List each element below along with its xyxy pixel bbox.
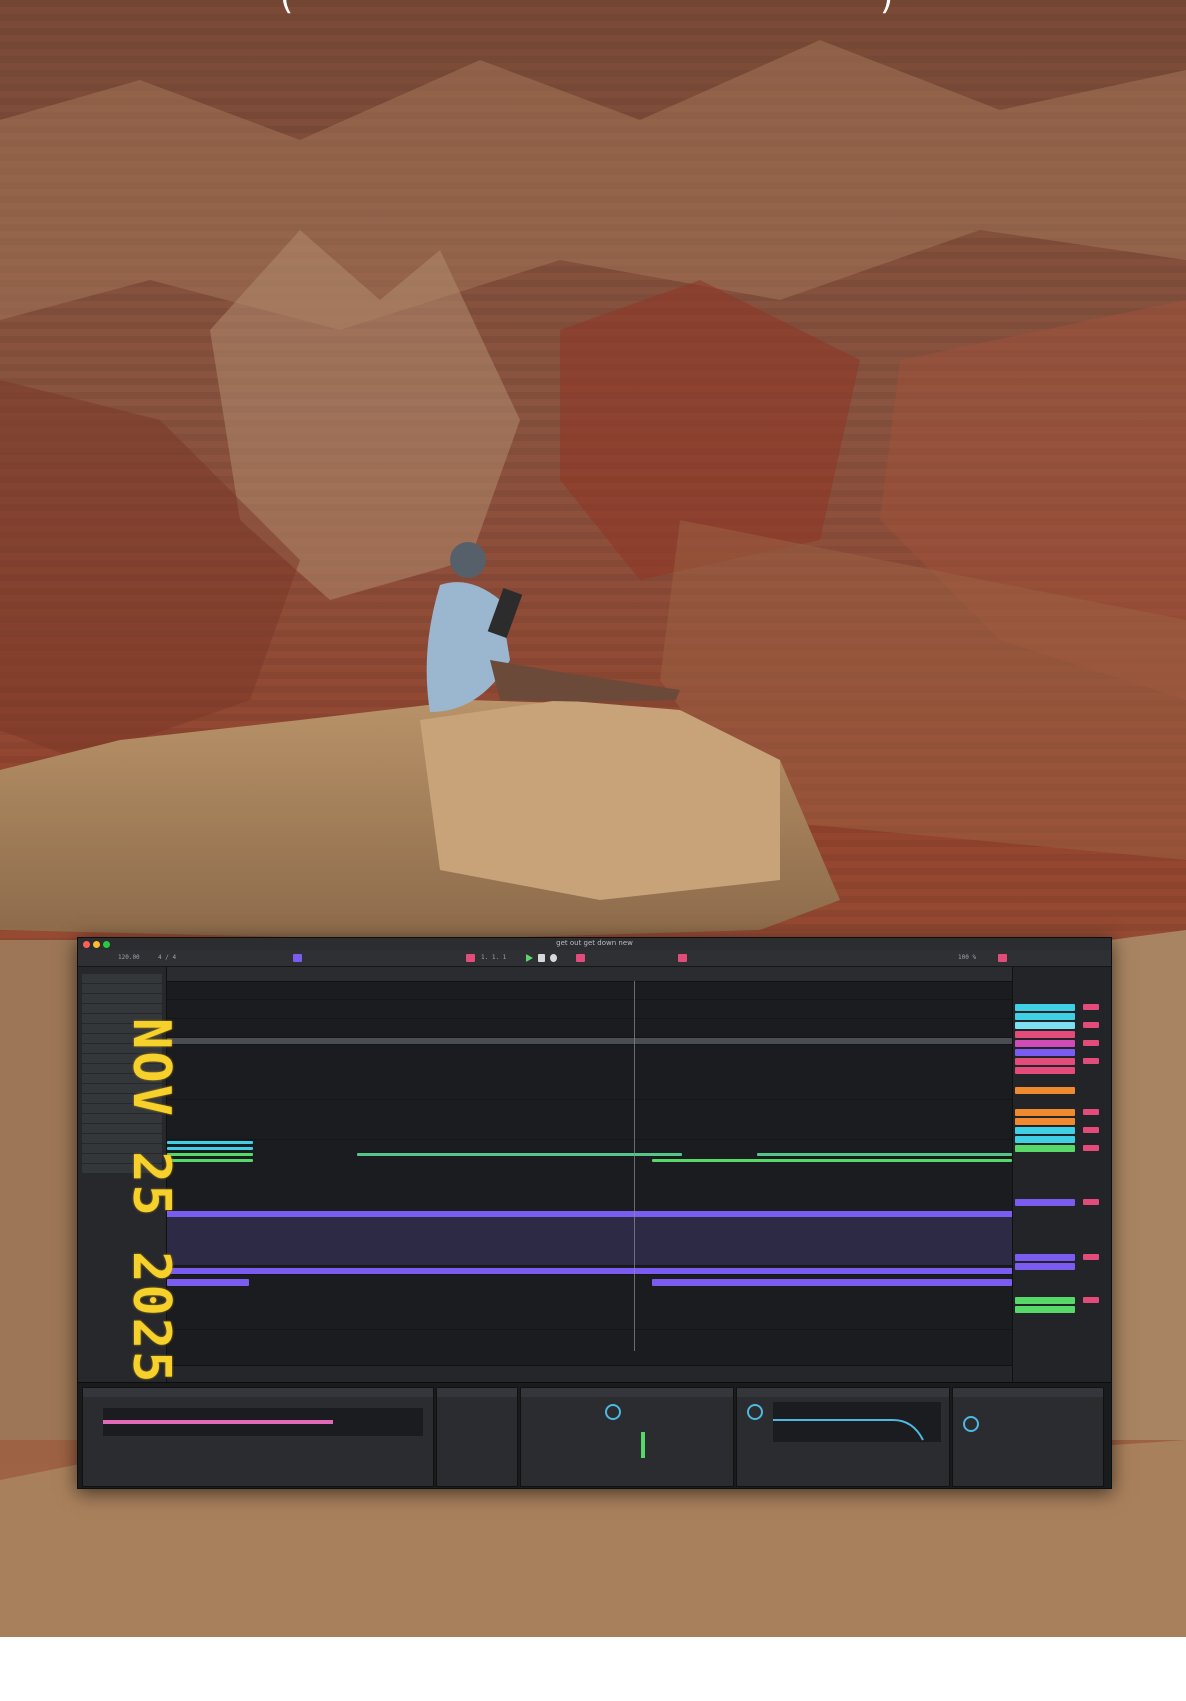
track-header[interactable]: [1015, 1013, 1075, 1020]
device-header: [953, 1388, 1103, 1397]
metronome-icon[interactable]: [293, 954, 302, 962]
track-header[interactable]: [1015, 1306, 1075, 1313]
track-header[interactable]: [1015, 1058, 1075, 1065]
audio-clip[interactable]: [652, 1279, 1012, 1286]
stop-icon[interactable]: [538, 954, 545, 962]
compressor-device[interactable]: [520, 1387, 734, 1487]
track-header[interactable]: [1015, 1004, 1075, 1011]
left-paren-text: (: [280, 0, 293, 18]
right-paren-text: ): [880, 0, 893, 18]
tempo-field[interactable]: 120.00: [118, 954, 140, 961]
loop-icon[interactable]: [576, 954, 585, 962]
track-header[interactable]: [1015, 1254, 1075, 1261]
track-lane[interactable]: [167, 1000, 1012, 1019]
filter-curve-display[interactable]: [773, 1402, 941, 1442]
mute-button[interactable]: [1083, 1199, 1099, 1205]
track-header[interactable]: [1015, 1109, 1075, 1116]
track-header[interactable]: [1015, 1040, 1075, 1047]
track-header[interactable]: [1015, 1136, 1075, 1143]
track-lanes[interactable]: [167, 981, 1012, 1351]
reverb-device[interactable]: [952, 1387, 1104, 1487]
date-stamp-text: NOV 25 2025: [121, 1018, 181, 1385]
track-header[interactable]: [1015, 1263, 1075, 1270]
browser-item[interactable]: [82, 1004, 162, 1013]
browser-item[interactable]: [82, 974, 162, 983]
mute-button[interactable]: [1083, 1127, 1099, 1133]
device-header: [737, 1388, 949, 1397]
mute-button[interactable]: [1083, 1058, 1099, 1064]
track-lane[interactable]: [167, 1019, 1012, 1038]
mute-button[interactable]: [1083, 1004, 1099, 1010]
browser-item[interactable]: [82, 994, 162, 1003]
audio-clip-lane[interactable]: [167, 1268, 1012, 1275]
position-field[interactable]: 1. 1. 1: [481, 954, 506, 961]
waveform: [103, 1420, 333, 1424]
track-header[interactable]: [1015, 1145, 1075, 1152]
playhead[interactable]: [634, 981, 635, 1351]
track-header[interactable]: [1015, 1199, 1075, 1206]
device-chain: [78, 1382, 1111, 1488]
mute-button[interactable]: [1083, 1297, 1099, 1303]
midi-indicator-icon: [998, 954, 1007, 962]
track-header[interactable]: [1015, 1067, 1075, 1074]
track-lane[interactable]: [167, 981, 1012, 1000]
track-headers: [1012, 967, 1111, 1382]
mute-button[interactable]: [1083, 1022, 1099, 1028]
device-header: [521, 1388, 733, 1397]
track-header[interactable]: [1015, 1031, 1075, 1038]
title-bar: get out get down new: [78, 938, 1111, 950]
date-stamp: NOV 25 2025: [121, 1018, 181, 1418]
track-header[interactable]: [1015, 1049, 1075, 1056]
arrangement-view[interactable]: [167, 967, 1012, 1382]
time-signature-field[interactable]: 4 / 4: [158, 954, 176, 961]
track-lane[interactable]: [167, 1311, 1012, 1330]
track-header[interactable]: [1015, 1297, 1075, 1304]
transport-toolbar: 120.00 4 / 4 1. 1. 1 100 %: [78, 950, 1111, 967]
play-icon[interactable]: [526, 954, 533, 962]
follow-icon[interactable]: [466, 954, 475, 962]
eq-device[interactable]: [436, 1387, 518, 1487]
auto-filter-device[interactable]: [736, 1387, 950, 1487]
daw-window: get out get down new 120.00 4 / 4 1. 1. …: [77, 937, 1112, 1489]
group-track-lane[interactable]: [167, 1038, 1012, 1045]
device-header: [437, 1388, 517, 1397]
threshold-knob[interactable]: [605, 1404, 621, 1420]
track-lane[interactable]: [167, 1081, 1012, 1100]
mute-button[interactable]: [1083, 1040, 1099, 1046]
audio-track-lane[interactable]: [167, 1217, 1012, 1266]
mute-button[interactable]: [1083, 1109, 1099, 1115]
track-header[interactable]: [1015, 1118, 1075, 1125]
midi-clip[interactable]: [757, 1153, 1012, 1156]
mute-button[interactable]: [1083, 1145, 1099, 1151]
decay-knob[interactable]: [963, 1416, 979, 1432]
record-icon[interactable]: [550, 954, 557, 962]
midi-clip[interactable]: [652, 1159, 1012, 1162]
time-bar[interactable]: [167, 1365, 1012, 1382]
mute-button[interactable]: [1083, 1254, 1099, 1260]
gain-meter: [641, 1432, 645, 1458]
track-header[interactable]: [1015, 1127, 1075, 1134]
frequency-knob[interactable]: [747, 1404, 763, 1420]
punch-icon[interactable]: [678, 954, 687, 962]
window-title: get out get down new: [556, 939, 633, 947]
track-header[interactable]: [1015, 1087, 1075, 1094]
track-lane[interactable]: [167, 1121, 1012, 1140]
track-header[interactable]: [1015, 1022, 1075, 1029]
zoom-field[interactable]: 100 %: [958, 954, 976, 961]
browser-item[interactable]: [82, 984, 162, 993]
timeline-ruler[interactable]: [167, 967, 1012, 982]
